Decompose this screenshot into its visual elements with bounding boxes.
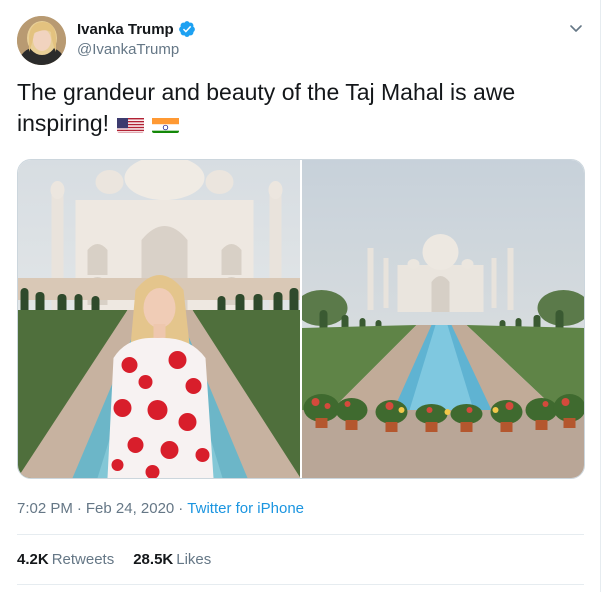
flag-united-states-icon [117, 114, 145, 133]
meta-separator: · [178, 500, 184, 517]
tweet-source-link[interactable]: Twitter for iPhone [187, 500, 304, 517]
meta-separator: · [76, 500, 82, 517]
author-name-row: Ivanka Trump [77, 20, 196, 38]
tweet-stats: 4.2K Retweets 28.5K Likes [17, 551, 211, 568]
flag-india-icon [152, 114, 180, 133]
tweet-time[interactable]: 7:02 PM [17, 500, 73, 517]
avatar[interactable] [17, 16, 66, 65]
verified-badge-icon [178, 20, 196, 38]
divider [17, 584, 584, 585]
retweets-count: 4.2K [17, 551, 49, 568]
photo-ivanka-taj-mahal[interactable] [18, 160, 300, 478]
author-handle[interactable]: @IvankaTrump [77, 41, 179, 58]
retweets-stat[interactable]: 4.2K Retweets [17, 551, 114, 568]
author-name[interactable]: Ivanka Trump [77, 21, 174, 38]
tweet-text: The grandeur and beauty of the Taj Mahal… [17, 77, 577, 139]
tweet-body: The grandeur and beauty of the Taj Mahal… [17, 79, 516, 136]
tweet-date[interactable]: Feb 24, 2020 [86, 500, 174, 517]
retweets-label: Retweets [51, 551, 115, 568]
likes-label: Likes [176, 551, 212, 568]
media-gallery [17, 159, 585, 479]
chevron-down-icon[interactable] [568, 20, 584, 36]
photo-taj-mahal-view[interactable] [302, 160, 584, 478]
avatar-image [17, 16, 66, 65]
likes-count: 28.5K [133, 551, 174, 568]
divider [17, 534, 584, 535]
tweet-card: Ivanka Trump @IvankaTrump The grandeur a… [0, 0, 601, 592]
tweet-meta: 7:02 PM · Feb 24, 2020 · Twitter for iPh… [17, 500, 304, 517]
likes-stat[interactable]: 28.5K Likes [133, 551, 211, 568]
